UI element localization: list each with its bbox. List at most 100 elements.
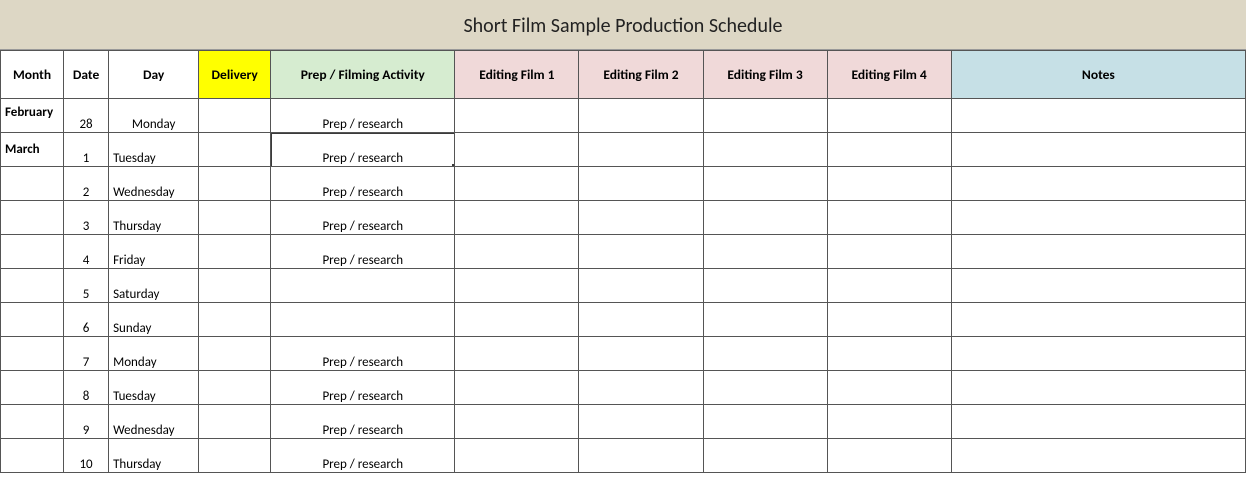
cell-e3[interactable]: [703, 303, 827, 337]
cell-activity[interactable]: Prep / research: [271, 371, 455, 405]
cell-e3[interactable]: [703, 337, 827, 371]
header-date[interactable]: Date: [64, 51, 109, 99]
cell-notes[interactable]: [951, 201, 1245, 235]
header-day[interactable]: Day: [109, 51, 199, 99]
cell-e4[interactable]: [827, 269, 951, 303]
cell-day[interactable]: Tuesday: [109, 133, 199, 167]
cell-activity[interactable]: [271, 303, 455, 337]
cell-e1[interactable]: [455, 133, 579, 167]
cell-date[interactable]: 2: [64, 167, 109, 201]
cell-notes[interactable]: [951, 371, 1245, 405]
cell-e1[interactable]: [455, 439, 579, 473]
cell-activity[interactable]: Prep / research: [271, 133, 455, 167]
cell-e4[interactable]: [827, 235, 951, 269]
cell-e2[interactable]: [579, 371, 703, 405]
cell-e2[interactable]: [579, 99, 703, 133]
cell-date[interactable]: 6: [64, 303, 109, 337]
cell-e3[interactable]: [703, 99, 827, 133]
cell-day[interactable]: Tuesday: [109, 371, 199, 405]
cell-e3[interactable]: [703, 439, 827, 473]
cell-delivery[interactable]: [199, 405, 271, 439]
cell-e1[interactable]: [455, 167, 579, 201]
cell-day[interactable]: Monday: [109, 337, 199, 371]
cell-activity[interactable]: Prep / research: [271, 439, 455, 473]
header-activity[interactable]: Prep / Filming Activity: [271, 51, 455, 99]
cell-e2[interactable]: [579, 235, 703, 269]
cell-day[interactable]: Saturday: [109, 269, 199, 303]
cell-activity[interactable]: Prep / research: [271, 337, 455, 371]
header-month[interactable]: Month: [1, 51, 64, 99]
cell-e3[interactable]: [703, 235, 827, 269]
cell-e1[interactable]: [455, 303, 579, 337]
cell-notes[interactable]: [951, 167, 1245, 201]
cell-date[interactable]: 4: [64, 235, 109, 269]
cell-notes[interactable]: [951, 99, 1245, 133]
cell-month[interactable]: [1, 371, 64, 405]
cell-date[interactable]: 3: [64, 201, 109, 235]
cell-e1[interactable]: [455, 269, 579, 303]
cell-activity[interactable]: [271, 269, 455, 303]
cell-delivery[interactable]: [199, 201, 271, 235]
cell-delivery[interactable]: [199, 439, 271, 473]
cell-e4[interactable]: [827, 303, 951, 337]
cell-e1[interactable]: [455, 405, 579, 439]
cell-month[interactable]: [1, 167, 64, 201]
cell-day[interactable]: Wednesday: [109, 167, 199, 201]
cell-e4[interactable]: [827, 337, 951, 371]
cell-date[interactable]: 1: [64, 133, 109, 167]
cell-day[interactable]: Thursday: [109, 201, 199, 235]
cell-e3[interactable]: [703, 167, 827, 201]
cell-date[interactable]: 10: [64, 439, 109, 473]
cell-delivery[interactable]: [199, 99, 271, 133]
cell-date[interactable]: 9: [64, 405, 109, 439]
header-edit1[interactable]: Editing Film 1: [455, 51, 579, 99]
cell-activity[interactable]: Prep / research: [271, 235, 455, 269]
cell-notes[interactable]: [951, 439, 1245, 473]
cell-e1[interactable]: [455, 99, 579, 133]
cell-e3[interactable]: [703, 269, 827, 303]
cell-e3[interactable]: [703, 371, 827, 405]
cell-delivery[interactable]: [199, 269, 271, 303]
cell-e4[interactable]: [827, 371, 951, 405]
cell-e2[interactable]: [579, 133, 703, 167]
cell-e1[interactable]: [455, 371, 579, 405]
cell-notes[interactable]: [951, 337, 1245, 371]
cell-day[interactable]: Friday: [109, 235, 199, 269]
cell-month[interactable]: [1, 439, 64, 473]
cell-e4[interactable]: [827, 439, 951, 473]
cell-date[interactable]: 8: [64, 371, 109, 405]
cell-month[interactable]: [1, 405, 64, 439]
header-edit3[interactable]: Editing Film 3: [703, 51, 827, 99]
cell-month[interactable]: February: [1, 99, 64, 133]
cell-delivery[interactable]: [199, 371, 271, 405]
cell-e3[interactable]: [703, 405, 827, 439]
cell-e2[interactable]: [579, 303, 703, 337]
cell-e4[interactable]: [827, 133, 951, 167]
cell-delivery[interactable]: [199, 303, 271, 337]
cell-activity[interactable]: Prep / research: [271, 201, 455, 235]
cell-activity[interactable]: Prep / research: [271, 99, 455, 133]
cell-e4[interactable]: [827, 99, 951, 133]
cell-e2[interactable]: [579, 405, 703, 439]
cell-day[interactable]: Thursday: [109, 439, 199, 473]
cell-date[interactable]: 5: [64, 269, 109, 303]
cell-activity[interactable]: Prep / research: [271, 167, 455, 201]
cell-e1[interactable]: [455, 201, 579, 235]
cell-month[interactable]: [1, 337, 64, 371]
cell-notes[interactable]: [951, 133, 1245, 167]
header-edit4[interactable]: Editing Film 4: [827, 51, 951, 99]
cell-e1[interactable]: [455, 337, 579, 371]
cell-date[interactable]: 28: [64, 99, 109, 133]
cell-e1[interactable]: [455, 235, 579, 269]
cell-month[interactable]: [1, 269, 64, 303]
cell-e2[interactable]: [579, 337, 703, 371]
cell-notes[interactable]: [951, 405, 1245, 439]
cell-day[interactable]: Monday: [109, 99, 199, 133]
header-notes[interactable]: Notes: [951, 51, 1245, 99]
cell-day[interactable]: Wednesday: [109, 405, 199, 439]
cell-delivery[interactable]: [199, 133, 271, 167]
cell-activity[interactable]: Prep / research: [271, 405, 455, 439]
header-edit2[interactable]: Editing Film 2: [579, 51, 703, 99]
cell-notes[interactable]: [951, 235, 1245, 269]
cell-e2[interactable]: [579, 201, 703, 235]
